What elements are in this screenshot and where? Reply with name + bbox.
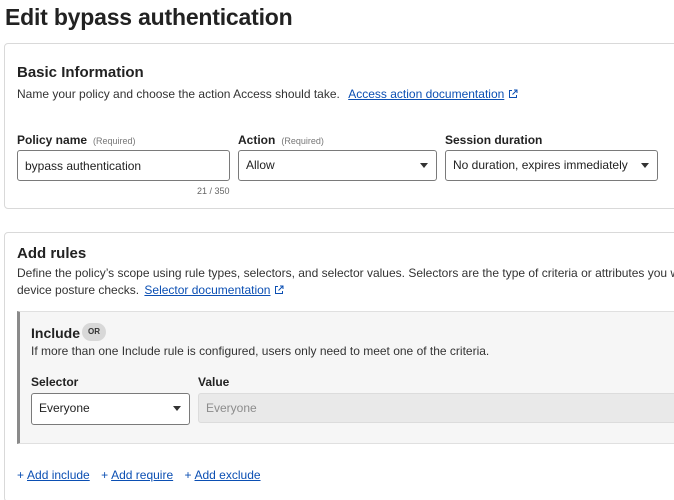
add-exclude-label: Add exclude — [194, 468, 261, 482]
add-rules-description-line2: device posture checks. Selector document… — [17, 282, 284, 299]
session-duration-select[interactable]: No duration, expires immediately — [445, 150, 658, 181]
basic-information-card: Basic Information Name your policy and c… — [4, 43, 674, 209]
chevron-down-icon — [641, 163, 649, 168]
add-rules-title: Add rules — [17, 245, 87, 262]
selector-select[interactable]: Everyone — [31, 393, 190, 425]
basic-information-description: Name your policy and choose the action A… — [17, 86, 518, 103]
plus-icon: + — [101, 468, 109, 482]
plus-icon: + — [184, 468, 192, 482]
add-rules-description-text: device posture checks. — [17, 283, 140, 297]
external-link-icon — [509, 89, 518, 98]
include-description: If more than one Include rule is configu… — [31, 344, 490, 358]
selector-label: Selector — [31, 375, 79, 389]
action-required: (Required) — [281, 136, 324, 146]
page-title: Edit bypass authentication — [5, 4, 293, 30]
action-select[interactable]: Allow — [238, 150, 437, 181]
policy-name-label-text: Policy name — [17, 133, 88, 147]
add-include-label: Add include — [27, 468, 90, 482]
include-title: Include — [31, 325, 81, 341]
basic-information-title: Basic Information — [17, 64, 144, 81]
session-duration-value: No duration, expires immediately — [453, 158, 628, 172]
chevron-down-icon — [173, 406, 181, 411]
action-label: Action (Required) — [238, 133, 324, 147]
include-rule-group: Include OR If more than one Include rule… — [17, 311, 674, 444]
external-link-icon — [275, 285, 284, 294]
plus-icon: + — [17, 468, 25, 482]
chevron-down-icon — [420, 163, 428, 168]
add-require-label: Add require — [111, 468, 174, 482]
value-input-disabled: Everyone — [198, 393, 674, 423]
access-action-doc-link-text: Access action documentation — [348, 87, 505, 101]
selector-documentation-link[interactable]: Selector documentation — [144, 283, 284, 297]
session-duration-label: Session duration — [445, 133, 543, 147]
policy-name-counter: 21 / 350 — [197, 186, 230, 196]
action-select-value: Allow — [246, 158, 275, 172]
selector-select-value: Everyone — [39, 401, 90, 415]
policy-name-input[interactable] — [17, 150, 230, 181]
add-exclude-button[interactable]: + Add exclude — [184, 468, 260, 482]
add-rules-description-line1: Define the policy’s scope using rule typ… — [17, 266, 674, 280]
basic-description-text: Name your policy and choose the action A… — [17, 87, 340, 101]
selector-doc-link-text: Selector documentation — [144, 283, 271, 297]
add-rules-card: Add rules Define the policy’s scope usin… — [4, 232, 674, 500]
add-rule-actions: + Add include + Add require + Add exclude — [17, 468, 269, 482]
policy-name-label: Policy name (Required) — [17, 133, 136, 147]
action-label-text: Action — [238, 133, 276, 147]
add-require-button[interactable]: + Add require — [101, 468, 173, 482]
access-action-documentation-link[interactable]: Access action documentation — [348, 87, 518, 101]
or-badge: OR — [82, 323, 106, 341]
add-include-button[interactable]: + Add include — [17, 468, 90, 482]
value-label: Value — [198, 375, 230, 389]
policy-name-required: (Required) — [93, 136, 136, 146]
